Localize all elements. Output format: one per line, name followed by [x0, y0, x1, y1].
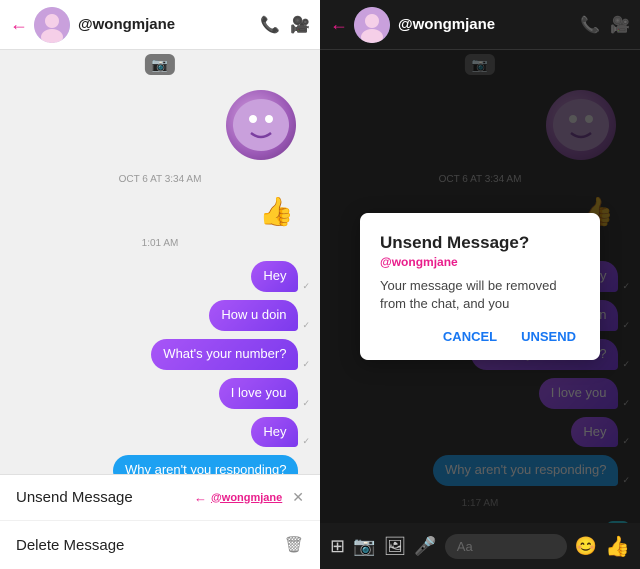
emoji-icon[interactable]: 😊 [575, 536, 597, 557]
msg-hey2: Hey ✓ [10, 417, 310, 448]
modal-actions: CANCEL UNSEND [380, 327, 580, 346]
bubble-howudoin: How u doin [209, 300, 298, 331]
delete-label: Delete Message [16, 537, 284, 554]
message-input[interactable]: Aa [445, 534, 567, 559]
mic-icon[interactable]: 🎤 [414, 536, 436, 557]
msg-howudoin: How u doin ✓ [10, 300, 310, 331]
right-back-button[interactable]: ← [330, 14, 348, 35]
right-toolbar: ⊞ 📷 🖼 🎤 Aa 😊 👍 [320, 523, 640, 569]
modal-overlay: Unsend Message? @wongmjane Your message … [320, 50, 640, 523]
timestamp-1: OCT 6 AT 3:34 AM [10, 174, 310, 185]
delete-action[interactable]: Delete Message 🗑 [0, 521, 320, 569]
camera-icon: 📷 [145, 54, 175, 75]
delete-icon: 🗑 [284, 535, 304, 555]
unsend-close-icon: ✕ [292, 489, 304, 506]
right-avatar [354, 7, 390, 43]
bubble-hey: Hey [251, 261, 298, 292]
left-username: @wongmjane [78, 16, 260, 33]
bubble-number: What's your number? [151, 339, 298, 370]
bubble-iloveyou: I love you [219, 378, 299, 409]
unsend-label: Unsend Message [16, 489, 194, 506]
unsend-username: @wongmjane [211, 492, 282, 504]
msg-hey: Hey ✓ [10, 261, 310, 292]
left-chat-header: ← @wongmjane 📞 🎥 [0, 0, 320, 50]
grid-icon[interactable]: ⊞ [330, 536, 345, 557]
msg-whynotresponding: Why aren't you responding? ✓ [10, 455, 310, 474]
modal-title: Unsend Message? [380, 233, 580, 253]
right-chat-body: 📷 OCT 6 AT 3:34 AM 👍 1:01 AM Hey ✓ How u… [320, 50, 640, 523]
right-phone-icon[interactable]: 📞 [580, 15, 600, 35]
unsend-action[interactable]: Unsend Message ← @wongmjane ✕ [0, 475, 320, 521]
unsend-modal: Unsend Message? @wongmjane Your message … [360, 213, 600, 360]
left-panel: ← @wongmjane 📞 🎥 📷 [0, 0, 320, 569]
camera-toolbar-icon[interactable]: 📷 [353, 536, 375, 557]
left-chat-body: 📷 OCT 6 AT 3:34 AM 👍 1:01 AM Hey ✓ How u… [0, 50, 320, 474]
unsend-button[interactable]: UNSEND [517, 327, 580, 346]
sticker-area [10, 90, 310, 160]
right-header-icons: 📞 🎥 [580, 15, 630, 35]
left-phone-icon[interactable]: 📞 [260, 15, 280, 35]
left-header-icons: 📞 🎥 [260, 15, 310, 35]
left-avatar [34, 7, 70, 43]
thumbs-up-button[interactable]: 👍 [605, 534, 630, 559]
modal-username: @wongmjane [380, 255, 580, 269]
modal-description: Your message will be removed from the ch… [380, 277, 580, 313]
msg-iloveyou: I love you ✓ [10, 378, 310, 409]
thumbs-up-msg: 👍 [10, 195, 294, 228]
left-back-button[interactable]: ← [10, 14, 28, 35]
msg-number: What's your number? ✓ [10, 339, 310, 370]
bubble-whynotresponding: Why aren't you responding? [113, 455, 298, 474]
right-username: @wongmjane [398, 16, 580, 33]
right-panel: ← @wongmjane 📞 🎥 📷 [320, 0, 640, 569]
photo-icon[interactable]: 🖼 [384, 536, 407, 557]
action-sheet: Unsend Message ← @wongmjane ✕ Delete Mes… [0, 474, 320, 569]
unsend-arrow: ← @wongmjane [194, 490, 282, 505]
input-placeholder: Aa [457, 539, 473, 554]
cancel-button[interactable]: CANCEL [439, 327, 501, 346]
sticker [226, 90, 296, 160]
bubble-hey2: Hey [251, 417, 298, 448]
right-chat-header: ← @wongmjane 📞 🎥 [320, 0, 640, 50]
timestamp-2: 1:01 AM [10, 238, 310, 249]
right-video-icon[interactable]: 🎥 [610, 15, 630, 35]
left-video-icon[interactable]: 🎥 [290, 15, 310, 35]
